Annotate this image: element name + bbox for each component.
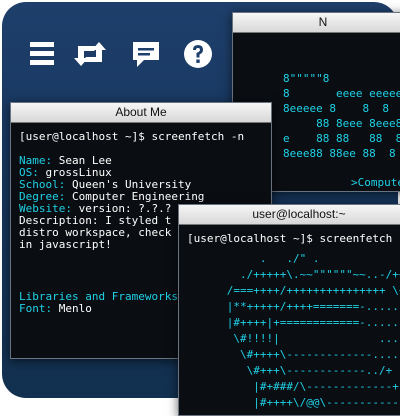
terminal-prompt: [user@localhost ~]$ screenfetch [187, 232, 393, 245]
ascii-art-line: \#+++\------------../+ [187, 364, 393, 377]
ascii-art-line: /===++++/+++++++++++++++ \+ [187, 284, 400, 297]
ascii-art-line: \#!!!!| ....... [233, 332, 400, 345]
field-value: Menlo [52, 302, 92, 315]
ascii-art-line: |#++++|+============-....... [187, 316, 400, 329]
retweet-icon[interactable] [74, 38, 106, 70]
ascii-art-line: |#+###/\-------------+ [187, 380, 399, 393]
description-line: in javascript! [19, 238, 112, 251]
info-row-font: Font: Menlo [19, 303, 92, 315]
ascii-art-line: 8 eeee eeeee e [283, 87, 400, 100]
ascii-art-line: 88 8eee 8eee8 8 [316, 117, 400, 130]
ascii-art-line: 8eeeee 8 8 8 8 [283, 102, 400, 115]
terminal-prompt: [user@localhost ~]$ screenfetch -n [19, 130, 245, 143]
window-title-bar[interactable]: About Me [11, 103, 271, 123]
screenfetch-window[interactable]: user@localhost:~ [user@localhost ~]$ scr… [178, 204, 400, 416]
window-title-bar[interactable]: N [233, 13, 400, 33]
ascii-art-line: |**+++++/++++=======-....... [187, 300, 400, 313]
ascii-art-line: |#++++\/@@\------------ [187, 396, 400, 409]
ascii-art-line: 8"""""8 [283, 72, 330, 85]
terminal-footer-text: >Compute [351, 176, 400, 189]
chat-bubble-icon[interactable] [130, 38, 162, 70]
ascii-art-line: ./+++++\.~~""""""~~..-/+++ [187, 268, 400, 281]
ascii-art-line: e 88 88 88 8 8 [283, 132, 400, 145]
help-icon[interactable] [182, 38, 214, 70]
ascii-art-line: 8eee88 88ee 88 8 8 [283, 147, 400, 160]
ascii-art-line: . ./" . . [187, 252, 400, 265]
menu-icon[interactable] [28, 38, 60, 70]
field-label: Font: [19, 302, 53, 315]
window-title-bar[interactable]: user@localhost:~ [179, 205, 400, 225]
ascii-art-line: \#++++\-------------........ [239, 348, 400, 361]
